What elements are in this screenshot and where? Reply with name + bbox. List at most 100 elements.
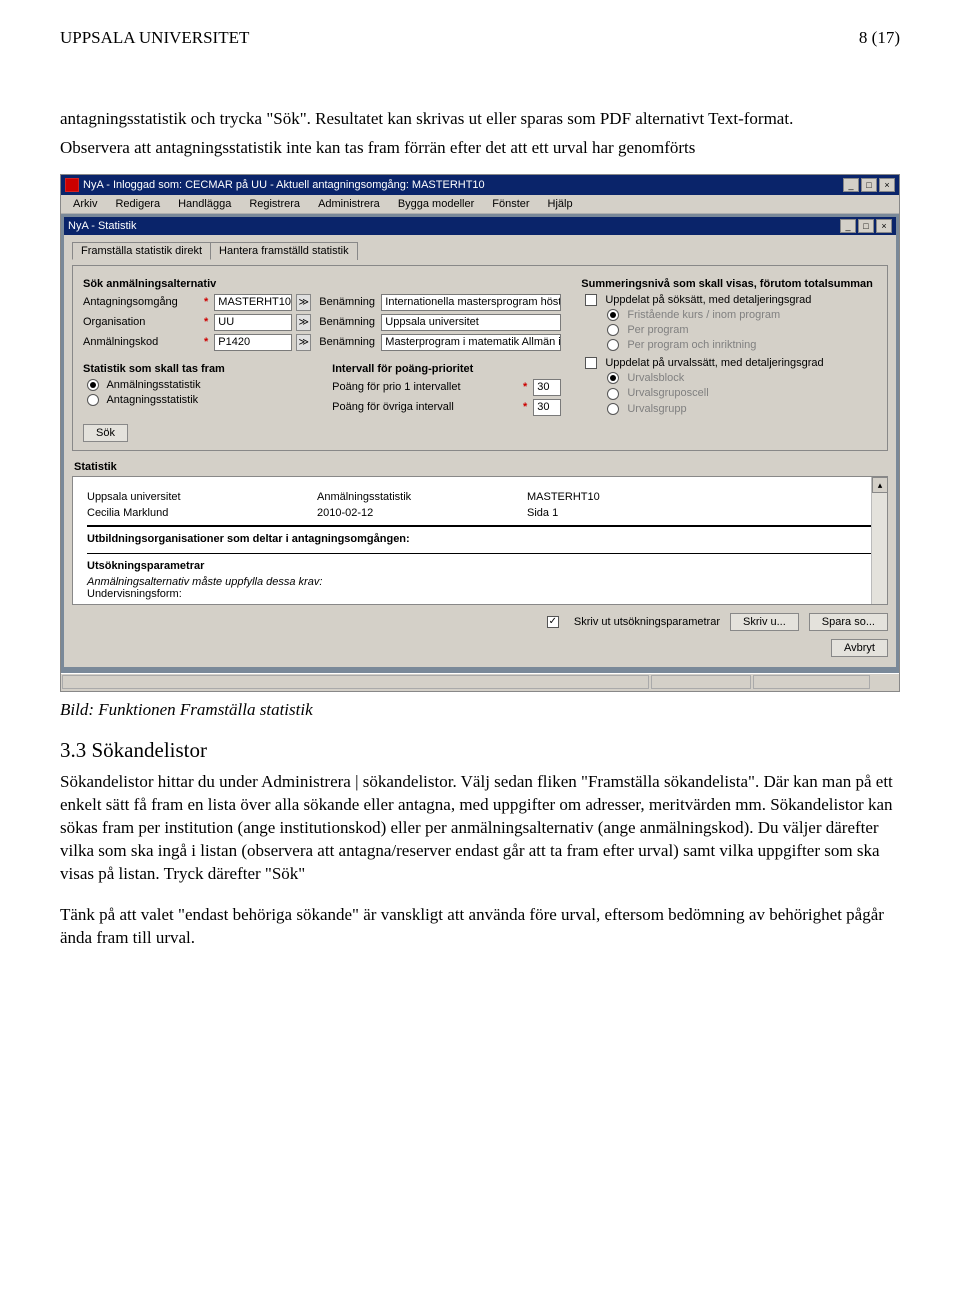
required-marker: * bbox=[202, 336, 210, 348]
opt-anmalningsstatistik[interactable]: Anmälningsstatistik bbox=[87, 379, 312, 391]
required-marker: * bbox=[202, 316, 210, 328]
stat-type-heading: Statistik som skall tas fram bbox=[83, 363, 312, 375]
app-icon bbox=[65, 178, 79, 192]
opt-antagningsstatistik[interactable]: Antagningsstatistik bbox=[87, 394, 312, 406]
menu-handlagga[interactable]: Handlägga bbox=[170, 197, 239, 211]
label-anmalningskod: Anmälningskod bbox=[83, 336, 198, 348]
avbryt-button[interactable]: Avbryt bbox=[831, 639, 888, 657]
input-organisation[interactable]: UU bbox=[214, 314, 292, 331]
menubar: Arkiv Redigera Handlägga Registrera Admi… bbox=[61, 195, 899, 214]
opt-label: Per program bbox=[627, 324, 688, 336]
scrollbar[interactable]: ▴ bbox=[871, 477, 887, 604]
minimize-button[interactable]: _ bbox=[843, 178, 859, 192]
titlebar-inner: NyA - Statistik _ □ × bbox=[64, 217, 896, 235]
input-antagningsomgang[interactable]: MASTERHT10 bbox=[214, 294, 292, 311]
chk-skriv-ut-params: Skriv ut utsökningsparametrar bbox=[574, 616, 720, 628]
statusbar bbox=[61, 673, 899, 691]
radio-icon bbox=[607, 372, 619, 384]
skriv-ut-button[interactable]: Skriv u... bbox=[730, 613, 799, 631]
input-anmalningskod[interactable]: P1420 bbox=[214, 334, 292, 351]
statistik-output: ▴ Uppsala universitet Anmälningsstatisti… bbox=[72, 476, 888, 605]
opt-label: Urvalsgrupp bbox=[627, 403, 686, 415]
divider bbox=[87, 553, 873, 554]
value-benamning-0: Internationella mastersprogram hösttermi… bbox=[381, 294, 561, 311]
stat-h1: Utbildningsorganisationer som deltar i a… bbox=[87, 533, 873, 545]
menu-bygga-modeller[interactable]: Bygga modeller bbox=[390, 197, 482, 211]
value-benamning-2: Masterprogram i matematik Allmän inriktn… bbox=[381, 334, 561, 351]
intro-block: antagningsstatistik och trycka "Sök". Re… bbox=[60, 108, 900, 160]
label-organisation: Organisation bbox=[83, 316, 198, 328]
opt-label: Antagningsstatistik bbox=[106, 394, 198, 406]
opt-urvalsgruposcell: Urvalsgruposcell bbox=[607, 387, 877, 399]
opt-fristaende: Fristående kurs / inom program bbox=[607, 309, 877, 321]
chk-urvalssatt[interactable]: Uppdelat på urvalssätt, med detaljerings… bbox=[585, 357, 877, 369]
radio-icon bbox=[607, 339, 619, 351]
input-ovriga[interactable]: 30 bbox=[533, 399, 561, 416]
radio-icon bbox=[607, 309, 619, 321]
opt-label: Urvalsgruposcell bbox=[627, 387, 708, 399]
inner-window-title: NyA - Statistik bbox=[68, 220, 136, 232]
maximize-button[interactable]: □ bbox=[861, 178, 877, 192]
interval-heading: Intervall för poäng-prioritet bbox=[332, 363, 561, 375]
inner-minimize-button[interactable]: _ bbox=[840, 219, 856, 233]
stat-date: 2010-02-12 bbox=[317, 507, 527, 519]
stat-h2: Utsökningsparametrar bbox=[87, 560, 873, 572]
opt-per-program: Per program bbox=[607, 324, 877, 336]
stat-h3: Anmälningsalternativ måste uppfylla dess… bbox=[87, 576, 873, 588]
radio-icon bbox=[87, 379, 99, 391]
tab-hantera[interactable]: Hantera framställd statistik bbox=[210, 242, 358, 260]
inner-maximize-button[interactable]: □ bbox=[858, 219, 874, 233]
menu-arkiv[interactable]: Arkiv bbox=[65, 197, 105, 211]
row-antagningsomgang: Antagningsomgång * MASTERHT10 ≫ Benämnin… bbox=[83, 294, 561, 311]
radio-icon bbox=[607, 403, 619, 415]
menu-registrera[interactable]: Registrera bbox=[241, 197, 308, 211]
checkbox-icon[interactable] bbox=[547, 616, 559, 628]
figure-caption: Bild: Funktionen Framställa statistik bbox=[60, 700, 900, 720]
close-button[interactable]: × bbox=[879, 178, 895, 192]
app-screenshot: NyA - Inloggad som: CECMAR på UU - Aktue… bbox=[60, 174, 900, 692]
lookup-button[interactable]: ≫ bbox=[296, 334, 311, 351]
label-ovriga: Poäng för övriga intervall bbox=[332, 401, 517, 413]
opt-label: Anmälningsstatistik bbox=[106, 379, 200, 391]
lookup-button[interactable]: ≫ bbox=[296, 314, 311, 331]
stat-type: Anmälningsstatistik bbox=[317, 491, 527, 503]
intro-p1: antagningsstatistik och trycka "Sök". Re… bbox=[60, 108, 900, 131]
stat-page: Sida 1 bbox=[527, 507, 873, 519]
required-marker: * bbox=[521, 401, 529, 413]
opt-per-program-inriktning: Per program och inriktning bbox=[607, 339, 877, 351]
menu-administrera[interactable]: Administrera bbox=[310, 197, 388, 211]
chk-soksatt[interactable]: Uppdelat på söksätt, med detaljeringsgra… bbox=[585, 294, 877, 306]
summary-heading: Summeringsnivå som skall visas, förutom … bbox=[581, 278, 877, 290]
spara-som-button[interactable]: Spara so... bbox=[809, 613, 888, 631]
section-heading: 3.3 Sökandelistor bbox=[60, 738, 900, 763]
required-marker: * bbox=[521, 381, 529, 393]
radio-icon bbox=[607, 324, 619, 336]
menu-fonster[interactable]: Fönster bbox=[484, 197, 537, 211]
header-left: UPPSALA UNIVERSITET bbox=[60, 28, 249, 48]
opt-urvalsgrupp: Urvalsgrupp bbox=[607, 403, 877, 415]
chk-label: Uppdelat på urvalssätt, med detaljerings… bbox=[605, 357, 823, 369]
scroll-up-icon[interactable]: ▴ bbox=[872, 477, 888, 493]
row-ovriga: Poäng för övriga intervall * 30 bbox=[332, 399, 561, 416]
para-2: Tänk på att valet "endast behöriga sökan… bbox=[60, 904, 900, 950]
search-heading: Sök anmälningsalternativ bbox=[83, 278, 561, 290]
intro-p2: Observera att antagningsstatistik inte k… bbox=[60, 137, 900, 160]
sok-button[interactable]: Sök bbox=[83, 424, 128, 442]
opt-label: Per program och inriktning bbox=[627, 339, 756, 351]
tab-framstalla[interactable]: Framställa statistik direkt bbox=[72, 242, 211, 260]
checkbox-icon bbox=[585, 357, 597, 369]
row-anmalningskod: Anmälningskod * P1420 ≫ Benämning Master… bbox=[83, 334, 561, 351]
window-title: NyA - Inloggad som: CECMAR på UU - Aktue… bbox=[83, 179, 485, 191]
inner-close-button[interactable]: × bbox=[876, 219, 892, 233]
menu-redigera[interactable]: Redigera bbox=[107, 197, 168, 211]
opt-urvalsblock: Urvalsblock bbox=[607, 372, 877, 384]
radio-icon bbox=[607, 388, 619, 400]
menu-hjalp[interactable]: Hjälp bbox=[540, 197, 581, 211]
para-1: Sökandelistor hittar du under Administre… bbox=[60, 771, 900, 886]
opt-label: Fristående kurs / inom program bbox=[627, 309, 780, 321]
value-benamning-1: Uppsala universitet bbox=[381, 314, 561, 331]
radio-icon bbox=[87, 394, 99, 406]
tabstrip: Framställa statistik direkt Hantera fram… bbox=[72, 241, 888, 259]
lookup-button[interactable]: ≫ bbox=[296, 294, 311, 311]
input-prio1[interactable]: 30 bbox=[533, 379, 561, 396]
